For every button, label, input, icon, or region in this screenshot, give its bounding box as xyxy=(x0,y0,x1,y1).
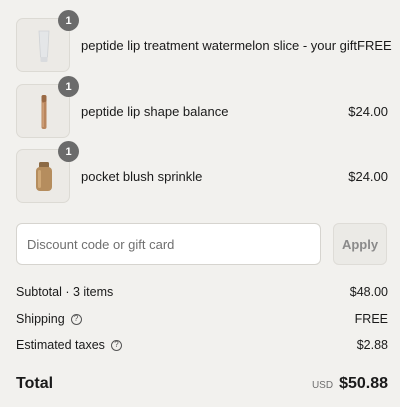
quantity-badge: 1 xyxy=(58,10,79,31)
item-price: $24.00 xyxy=(348,103,388,119)
taxes-value: $2.88 xyxy=(356,338,388,352)
question-circle-icon[interactable]: ? xyxy=(70,313,82,325)
subtotal-row: Subtotal · 3 items $48.00 xyxy=(16,283,388,301)
shipping-row: Shipping ? FREE xyxy=(16,310,388,328)
apply-discount-button[interactable]: Apply xyxy=(333,223,387,265)
subtotal-label: Subtotal · 3 items xyxy=(16,285,114,299)
taxes-row: Estimated taxes ? $2.88 xyxy=(16,336,388,354)
item-price: FREE xyxy=(357,37,392,53)
item-name: peptide lip shape balance xyxy=(81,103,229,119)
item-price: $24.00 xyxy=(348,168,388,184)
subtotal-value: $48.00 xyxy=(349,285,388,299)
line-item: 1 pocket blush sprinkle $24.00 xyxy=(16,141,388,203)
question-circle-icon[interactable]: ? xyxy=(110,339,122,351)
product-thumbnail: 1 xyxy=(16,10,79,72)
order-summary: 1 peptide lip treatment watermelon slice… xyxy=(0,0,400,407)
taxes-label: Estimated taxes xyxy=(16,338,105,352)
total-amount: $50.88 xyxy=(339,375,388,392)
product-thumbnail: 1 xyxy=(16,76,79,138)
line-item: 1 peptide lip shape balance $24.00 xyxy=(16,76,388,138)
quantity-badge: 1 xyxy=(58,76,79,97)
currency-code: USD xyxy=(311,380,334,391)
total-row: Total USD $50.88 xyxy=(16,372,388,396)
total-label: Total xyxy=(16,375,54,392)
item-name: pocket blush sprinkle xyxy=(81,168,203,184)
product-thumbnail: 1 xyxy=(16,141,79,203)
line-item: 1 peptide lip treatment watermelon slice… xyxy=(16,10,392,72)
shipping-value: FREE xyxy=(354,312,388,326)
item-name: peptide lip treatment watermelon slice -… xyxy=(81,37,358,53)
discount-code-input[interactable] xyxy=(16,223,321,265)
shipping-label: Shipping xyxy=(16,312,65,326)
quantity-badge: 1 xyxy=(58,141,79,162)
